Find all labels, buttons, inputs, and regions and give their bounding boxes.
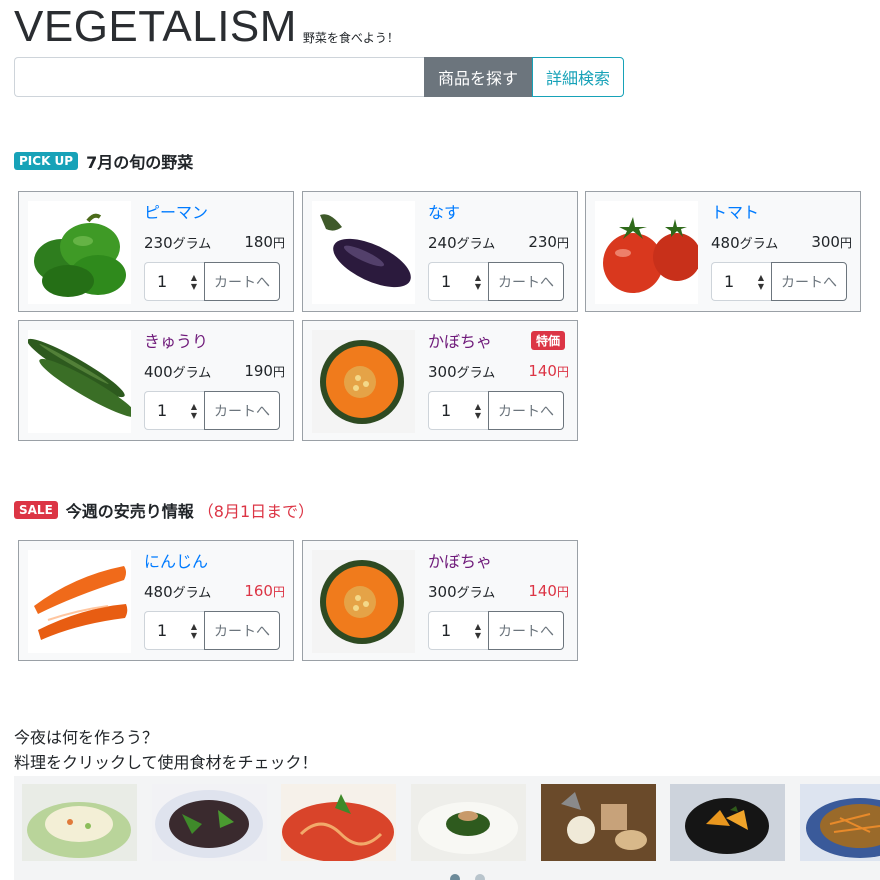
product-card: かぼちゃ 300グラム 140円 1 ▲ ▼ カートへ — [302, 540, 578, 661]
pumpkin-image[interactable] — [312, 330, 415, 433]
recipe-prompt-line1: 今夜は何を作ろう？ — [14, 728, 159, 747]
recipe-carousel[interactable] — [14, 776, 880, 880]
green-pepper-image[interactable] — [28, 201, 131, 304]
add-to-cart-button[interactable]: カートへ — [488, 391, 564, 430]
product-price: 160円 — [244, 582, 285, 600]
product-price: 230円 — [528, 233, 569, 251]
product-name-link[interactable]: にんじん — [144, 548, 208, 572]
select-arrows-icon: ▲ ▼ — [190, 273, 197, 291]
product-name-link[interactable]: かぼちゃ — [428, 328, 492, 352]
product-card: ピーマン 230グラム 180円 1 ▲ ▼ カートへ — [18, 191, 294, 312]
tomato-image[interactable] — [595, 201, 698, 304]
select-arrows-icon: ▲ ▼ — [474, 273, 481, 291]
carousel-indicator-2[interactable] — [475, 874, 485, 880]
product-weight: 480グラム — [144, 583, 212, 601]
select-arrows-icon: ▲ ▼ — [190, 402, 197, 420]
eggplant-dish-image[interactable] — [152, 784, 267, 861]
add-to-cart-button[interactable]: カートへ — [771, 262, 847, 301]
product-name-link[interactable]: トマト — [711, 199, 759, 223]
product-weight: 300グラム — [428, 583, 496, 601]
product-weight: 400グラム — [144, 363, 212, 381]
add-to-cart-button[interactable]: カートへ — [204, 391, 280, 430]
pickup-badge: PICK UP — [14, 152, 79, 170]
product-weight: 240グラム — [428, 234, 496, 252]
product-price: 300円 — [811, 233, 852, 251]
cucumber-image[interactable] — [28, 330, 131, 433]
product-price: 140円 — [528, 582, 569, 600]
carrot-image[interactable] — [28, 550, 131, 653]
salad-image[interactable] — [22, 784, 137, 861]
quantity-select[interactable]: 1 ▲ ▼ — [144, 391, 205, 430]
pumpkin-image[interactable] — [312, 550, 415, 653]
product-weight: 480グラム — [711, 234, 779, 252]
product-card: トマト 480グラム 300円 1 ▲ ▼ カートへ — [585, 191, 861, 312]
oden-image[interactable] — [541, 784, 656, 861]
carousel-indicator-1[interactable] — [450, 874, 460, 880]
search-bar: 商品を探す 詳細検索 — [14, 57, 624, 97]
site-logo[interactable]: VEGETALISM — [14, 4, 297, 50]
recipe-prompt: 今夜は何を作ろう？ 料理をクリックして使用食材をチェック！ — [14, 725, 318, 775]
sale-badge: SALE — [14, 501, 58, 519]
product-card: かぼちゃ 特価 300グラム 140円 1 ▲ ▼ カートへ — [302, 320, 578, 441]
advanced-search-button[interactable]: 詳細検索 — [532, 57, 624, 97]
add-to-cart-button[interactable]: カートへ — [204, 262, 280, 301]
product-card: なす 240グラム 230円 1 ▲ ▼ カートへ — [302, 191, 578, 312]
search-button[interactable]: 商品を探す — [424, 57, 532, 97]
quantity-select[interactable]: 1 ▲ ▼ — [428, 262, 489, 301]
simmered-pumpkin-image[interactable] — [670, 784, 785, 861]
add-to-cart-button[interactable]: カートへ — [488, 262, 564, 301]
add-to-cart-button[interactable]: カートへ — [488, 611, 564, 650]
select-arrows-icon: ▲ ▼ — [757, 273, 764, 291]
product-weight: 300グラム — [428, 363, 496, 381]
add-to-cart-button[interactable]: カートへ — [204, 611, 280, 650]
recipe-prompt-line2: 料理をクリックして使用食材をチェック！ — [14, 753, 318, 772]
product-price: 190円 — [244, 362, 285, 380]
select-arrows-icon: ▲ ▼ — [474, 402, 481, 420]
pickup-title: 7月の旬の野菜 — [86, 153, 194, 172]
eggplant-image[interactable] — [312, 201, 415, 304]
sale-title: 今週の安売り情報 — [65, 502, 194, 521]
tagline: 野菜を食べよう！ — [302, 31, 399, 45]
sale-section-title: SALE 今週の安売り情報 （8月1日まで） — [14, 498, 314, 522]
pickup-section-title: PICK UP 7月の旬の野菜 — [14, 149, 193, 173]
quantity-select[interactable]: 1 ▲ ▼ — [428, 391, 489, 430]
product-price: 140円 — [528, 362, 569, 380]
product-name-link[interactable]: かぼちゃ — [428, 548, 492, 572]
select-arrows-icon: ▲ ▼ — [474, 622, 481, 640]
quantity-select[interactable]: 1 ▲ ▼ — [144, 611, 205, 650]
product-weight: 230グラム — [144, 234, 212, 252]
kinpira-image[interactable] — [800, 784, 880, 861]
select-arrows-icon: ▲ ▼ — [190, 622, 197, 640]
product-name-link[interactable]: ピーマン — [144, 199, 208, 223]
spinach-dish-image[interactable] — [411, 784, 526, 861]
product-name-link[interactable]: なす — [428, 199, 460, 223]
product-card: にんじん 480グラム 160円 1 ▲ ▼ カートへ — [18, 540, 294, 661]
search-input[interactable] — [14, 57, 424, 97]
special-price-badge: 特価 — [530, 331, 565, 350]
product-price: 180円 — [244, 233, 285, 251]
quantity-select[interactable]: 1 ▲ ▼ — [144, 262, 205, 301]
product-name-link[interactable]: きゅうり — [144, 328, 208, 352]
product-card: きゅうり 400グラム 190円 1 ▲ ▼ カートへ — [18, 320, 294, 441]
quantity-select[interactable]: 1 ▲ ▼ — [428, 611, 489, 650]
sale-period-note: （8月1日まで） — [197, 502, 315, 521]
header: VEGETALISM 野菜を食べよう！ — [14, 4, 399, 50]
quantity-select[interactable]: 1 ▲ ▼ — [711, 262, 772, 301]
pasta-image[interactable] — [281, 784, 396, 861]
